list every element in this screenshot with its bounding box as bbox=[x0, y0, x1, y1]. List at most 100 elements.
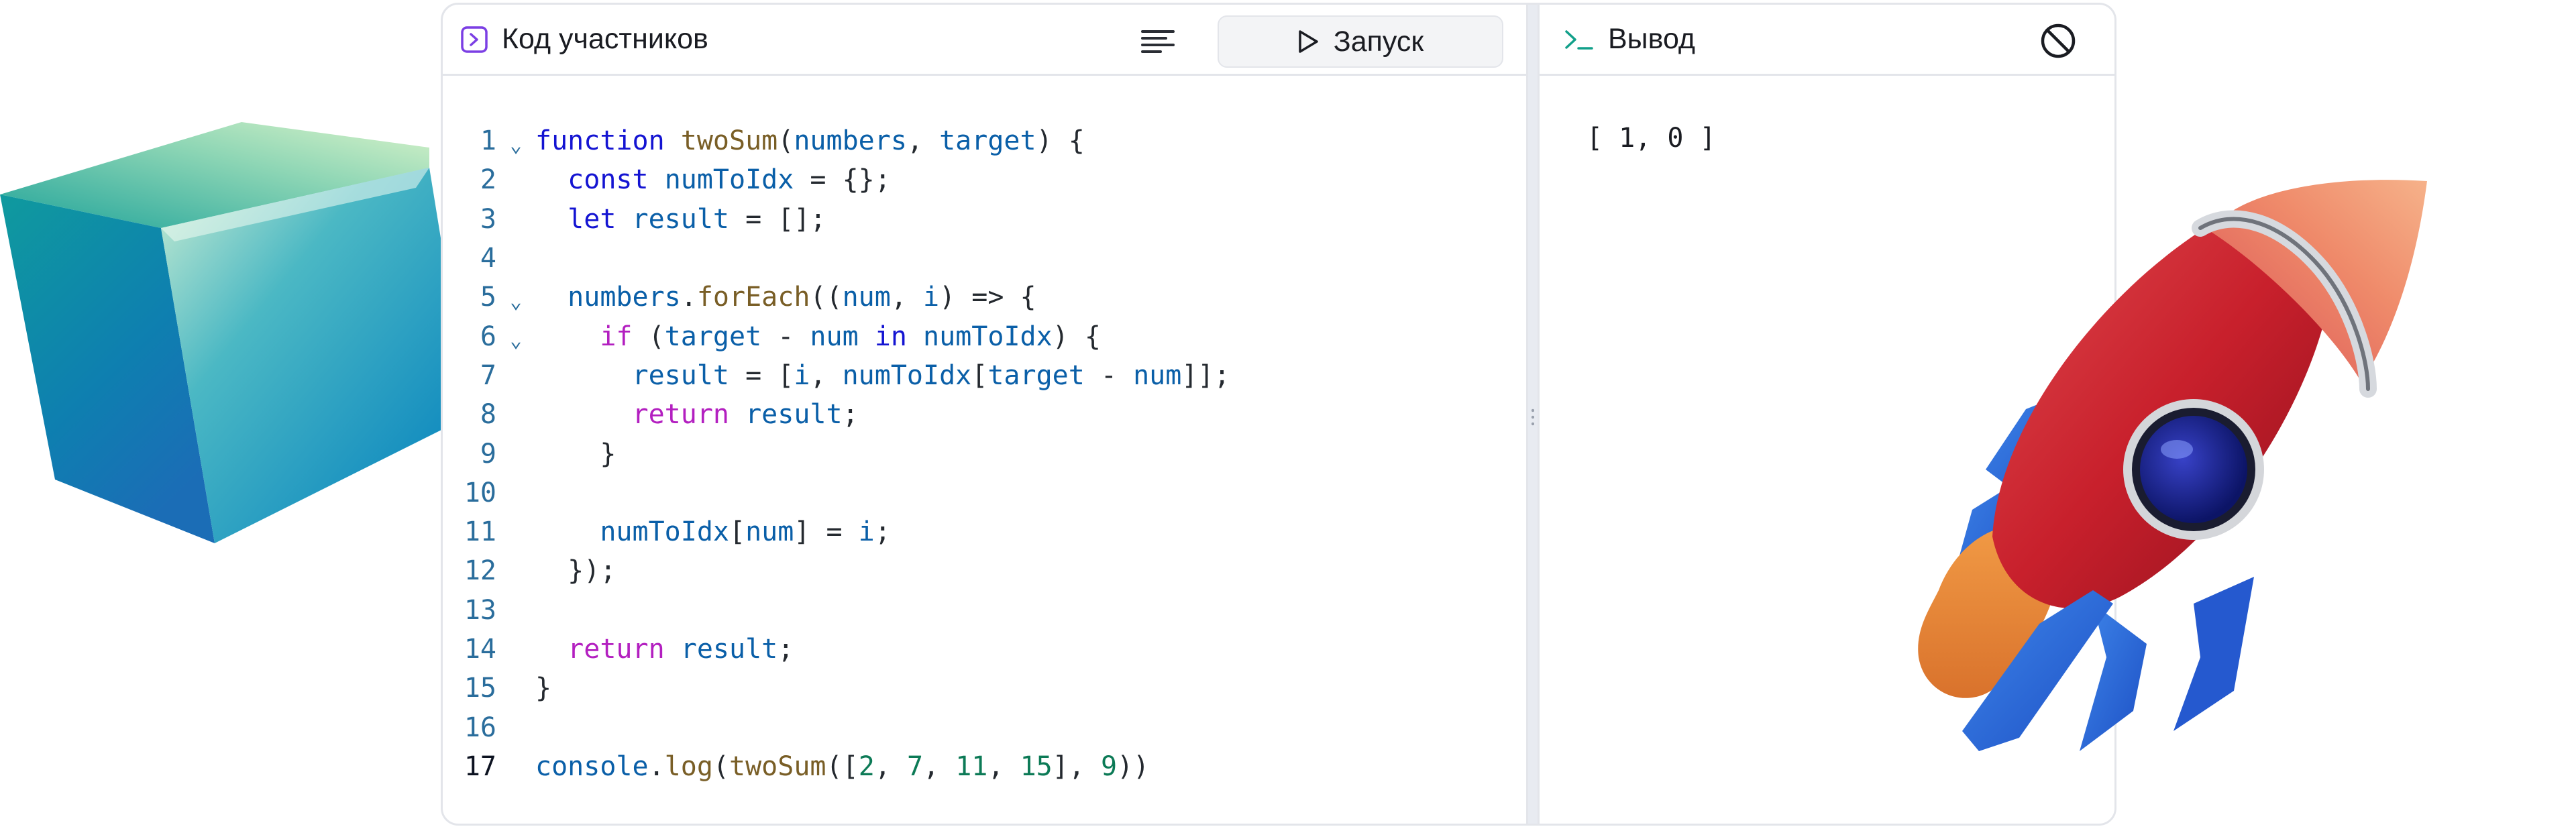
code-token: } bbox=[535, 673, 552, 704]
code-token: result bbox=[632, 359, 730, 391]
code-token: const bbox=[568, 164, 649, 196]
code-token: i bbox=[858, 516, 875, 548]
code-text: } bbox=[535, 439, 616, 469]
decorative-rocket-image bbox=[1918, 180, 2427, 751]
code-token: target bbox=[987, 359, 1085, 391]
splitter-handle[interactable] bbox=[1532, 407, 1534, 429]
code-token: numbers bbox=[568, 282, 681, 313]
line-number: 16 bbox=[464, 712, 496, 743]
code-editor[interactable]: 1 ⌄ function twoSum(numbers, target) {2 co… bbox=[443, 121, 1526, 786]
code-text: } bbox=[535, 673, 551, 704]
code-text: console.log(twoSum([2, 7, 11, 15], 9)) bbox=[535, 751, 1149, 782]
code-line[interactable]: 14 return result; bbox=[443, 630, 1526, 669]
pane-splitter[interactable] bbox=[1528, 5, 1538, 824]
code-line[interactable]: 7 result = [i, numToIdx[target - num]]; bbox=[443, 356, 1526, 395]
fold-gutter bbox=[496, 489, 535, 497]
code-pane: Код участников Запуск 1 ⌄ function twoSum(… bbox=[443, 5, 1528, 824]
code-text: return result; bbox=[535, 634, 794, 665]
menu-lines-icon[interactable] bbox=[1140, 27, 1175, 54]
code-token: numbers bbox=[794, 125, 907, 157]
code-line[interactable]: 9 } bbox=[443, 434, 1526, 473]
output-text: [ 1, 0 ] bbox=[1587, 123, 1716, 154]
code-token: num bbox=[810, 321, 859, 352]
line-number: 4 bbox=[480, 243, 496, 274]
code-token: , bbox=[890, 282, 924, 313]
run-button[interactable]: Запуск bbox=[1218, 15, 1503, 68]
code-token: ], bbox=[1052, 750, 1101, 782]
code-line[interactable]: 5 ⌄ numbers.forEach((num, i) => { bbox=[443, 278, 1526, 317]
code-token: twoSum bbox=[680, 125, 778, 157]
code-line[interactable]: 6 ⌄ if (target - num in numToIdx) { bbox=[443, 317, 1526, 355]
stage: Код участников Запуск 1 ⌄ function twoSum(… bbox=[0, 0, 2576, 835]
line-number: 6 bbox=[480, 321, 496, 352]
code-line[interactable]: 12 }); bbox=[443, 551, 1526, 590]
code-token: numToIdx bbox=[923, 321, 1053, 352]
line-number: 8 bbox=[480, 399, 496, 431]
fold-gutter bbox=[496, 254, 535, 262]
code-token: ; bbox=[874, 516, 891, 548]
code-token: } bbox=[535, 438, 616, 469]
code-line[interactable]: 4 bbox=[443, 239, 1526, 278]
code-token: }); bbox=[535, 555, 616, 587]
code-line[interactable]: 1 ⌄ function twoSum(numbers, target) { bbox=[443, 121, 1526, 160]
code-token: numToIdx bbox=[600, 516, 729, 548]
fold-chevron-icon[interactable]: ⌄ bbox=[496, 282, 535, 313]
code-token: [ bbox=[971, 359, 988, 391]
code-token: log bbox=[664, 750, 713, 782]
code-token: , bbox=[923, 750, 956, 782]
code-token: ( bbox=[632, 321, 665, 352]
code-line[interactable]: 13 bbox=[443, 591, 1526, 630]
line-number: 11 bbox=[464, 516, 496, 548]
code-token: , bbox=[987, 750, 1020, 782]
code-token: ) => { bbox=[939, 282, 1036, 313]
code-text: }); bbox=[535, 555, 616, 586]
fold-gutter bbox=[496, 645, 535, 653]
code-pane-header: Код участников Запуск bbox=[443, 5, 1526, 76]
code-token: ; bbox=[842, 399, 859, 431]
code-line[interactable]: 15} bbox=[443, 669, 1526, 708]
code-line[interactable]: 17 console.log(twoSum([2, 7, 11, 15], 9)) bbox=[443, 747, 1526, 786]
code-line[interactable]: 11 numToIdx[num] = i; bbox=[443, 512, 1526, 551]
code-line[interactable]: 8 return result; bbox=[443, 395, 1526, 434]
line-number: 12 bbox=[464, 555, 496, 587]
code-token: ]]; bbox=[1181, 359, 1230, 391]
code-token: numToIdx bbox=[664, 164, 794, 196]
code-token: console bbox=[535, 750, 649, 782]
code-token: let bbox=[568, 203, 616, 235]
code-token: target bbox=[939, 125, 1036, 157]
code-token: num bbox=[1133, 359, 1182, 391]
code-line[interactable]: 2 const numToIdx = {}; bbox=[443, 160, 1526, 199]
code-token: ([ bbox=[826, 750, 859, 782]
line-number: 7 bbox=[480, 359, 496, 391]
code-text: function twoSum(numbers, target) { bbox=[535, 125, 1085, 156]
fold-chevron-icon[interactable]: ⌄ bbox=[496, 321, 535, 352]
fold-gutter bbox=[496, 372, 535, 380]
line-number: 2 bbox=[480, 164, 496, 196]
code-text: result = [i, numToIdx[target - num]]; bbox=[535, 360, 1230, 391]
code-token: ( bbox=[712, 750, 730, 782]
code-text: let result = []; bbox=[535, 204, 826, 235]
code-token: numToIdx bbox=[842, 359, 972, 391]
code-token: - bbox=[761, 321, 810, 352]
clear-icon[interactable] bbox=[2039, 22, 2077, 60]
code-token: 2 bbox=[858, 750, 875, 782]
line-number: 3 bbox=[480, 203, 496, 235]
line-number: 17 bbox=[464, 750, 496, 782]
code-token: 11 bbox=[955, 750, 988, 782]
code-token: 9 bbox=[1100, 750, 1118, 782]
fold-gutter bbox=[496, 684, 535, 692]
output-pane-title: Вывод bbox=[1608, 23, 1696, 55]
code-line[interactable]: 16 bbox=[443, 708, 1526, 746]
fold-chevron-icon[interactable]: ⌄ bbox=[496, 125, 535, 157]
code-token: ] = bbox=[794, 516, 859, 548]
code-text: const numToIdx = {}; bbox=[535, 164, 891, 195]
code-line[interactable]: 10 bbox=[443, 474, 1526, 512]
output-pane-header: Вывод bbox=[1540, 5, 2114, 76]
code-line[interactable]: 3 let result = []; bbox=[443, 200, 1526, 239]
decorative-cube-image bbox=[0, 122, 470, 543]
